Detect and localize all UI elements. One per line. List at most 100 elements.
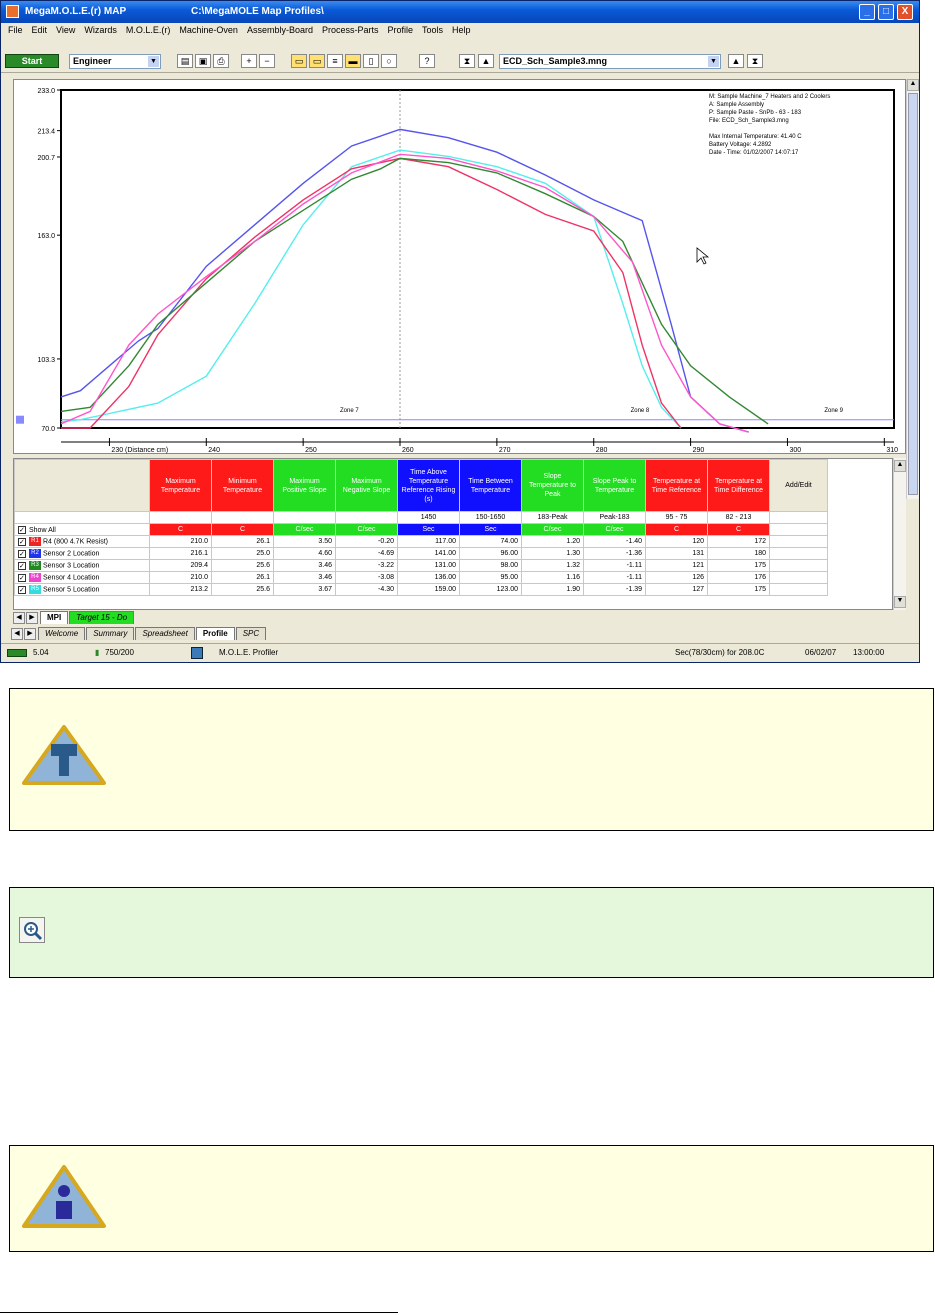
- sheet-tab[interactable]: Target 15 - Do: [69, 611, 135, 624]
- ruler-icon[interactable]: ▬: [345, 54, 361, 68]
- unit-cell: C/sec: [273, 523, 336, 536]
- value-cell: 126: [645, 571, 708, 584]
- show-all-checkbox[interactable]: ✓ Show All: [14, 523, 150, 536]
- profile-chart[interactable]: 233.0 213.4 200.7 163.0 103.3 70.0 230 (Distan…: [13, 79, 906, 454]
- reference-cell[interactable]: 183-Peak: [521, 511, 584, 524]
- menu-item-7[interactable]: Process-Parts: [322, 25, 379, 39]
- menu-item-3[interactable]: Wizards: [84, 25, 117, 39]
- arrow-up-icon[interactable]: ▲: [728, 54, 744, 68]
- scroll-up-icon[interactable]: ▲: [894, 460, 906, 472]
- hourglass-icon[interactable]: ⧗: [459, 54, 475, 68]
- minimize-button[interactable]: _: [859, 4, 875, 20]
- checkbox-icon[interactable]: ✓: [18, 585, 26, 594]
- x-tick-label: 260: [402, 447, 414, 454]
- tab-next-icon[interactable]: ▶: [24, 628, 36, 640]
- status-time: 13:00:00: [853, 648, 885, 657]
- reference-cell[interactable]: [149, 511, 212, 524]
- sensor-name-cell[interactable]: ✓ R2 Sensor 2 Location: [14, 547, 150, 560]
- checkbox-icon[interactable]: ✓: [18, 525, 26, 534]
- scroll-up-icon[interactable]: ▲: [907, 79, 919, 91]
- sheet-tab[interactable]: MPI: [40, 611, 69, 624]
- table-row[interactable]: ✓ R1 R4 (800 4.7K Resist) 210.0 26.1 3.50 -0.2…: [14, 535, 828, 548]
- table-row[interactable]: ✓ R4 Sensor 4 Location 210.0 26.1 3.46 -3.08 13…: [14, 571, 828, 584]
- menu-item-8[interactable]: Profile: [387, 25, 413, 39]
- menu-item-1[interactable]: Edit: [32, 25, 48, 39]
- print-icon[interactable]: ⎙: [213, 54, 229, 68]
- value-cell: -0.20: [335, 535, 398, 548]
- folder-icon[interactable]: ▭: [291, 54, 307, 68]
- magnifier-icon[interactable]: ○: [381, 54, 397, 68]
- zoom-out-icon[interactable]: −: [259, 54, 275, 68]
- menu-item-4[interactable]: M.O.L.E.(r): [126, 25, 171, 39]
- sensor-name-cell[interactable]: ✓ R1 R4 (800 4.7K Resist): [14, 535, 150, 548]
- tab-next-icon[interactable]: ▶: [26, 612, 38, 624]
- zoom-in-icon[interactable]: +: [241, 54, 257, 68]
- reference-cell[interactable]: [14, 511, 150, 524]
- save-icon[interactable]: ▣: [195, 54, 211, 68]
- tab-welcome[interactable]: Welcome: [38, 627, 86, 640]
- menu-item-9[interactable]: Tools: [422, 25, 443, 39]
- x-tick-label: 240: [208, 447, 220, 454]
- checkbox-icon[interactable]: ✓: [18, 561, 26, 570]
- page-icon[interactable]: ▯: [363, 54, 379, 68]
- reference-cell[interactable]: 82 - 213: [707, 511, 770, 524]
- scroll-thumb[interactable]: [908, 93, 918, 495]
- tab-first-icon[interactable]: ◀: [11, 628, 23, 640]
- scroll-down-icon[interactable]: ▼: [894, 596, 906, 608]
- table-row[interactable]: ✓ R5 Sensor 5 Location 213.2 25.6 3.67 -4.30 15…: [14, 583, 828, 596]
- folder-open-icon[interactable]: ▭: [309, 54, 325, 68]
- menu-item-2[interactable]: View: [56, 25, 75, 39]
- grid-vertical-scrollbar[interactable]: ▲ ▼: [893, 458, 906, 610]
- menu-item-5[interactable]: Machine-Oven: [179, 25, 238, 39]
- value-cell: 175: [707, 559, 770, 572]
- menu-item-10[interactable]: Help: [452, 25, 471, 39]
- y-tick-label: 103.3: [37, 357, 55, 364]
- hourglass-icon[interactable]: ⧗: [747, 54, 763, 68]
- reference-cell[interactable]: [769, 511, 828, 524]
- checkbox-icon[interactable]: ✓: [18, 549, 26, 558]
- tab-profile[interactable]: Profile: [195, 627, 235, 640]
- reference-cell[interactable]: [273, 511, 336, 524]
- arrow-up-icon[interactable]: ▲: [478, 54, 494, 68]
- sensor-name-cell[interactable]: ✓ R3 Sensor 3 Location: [14, 559, 150, 572]
- info-icon: [22, 1165, 106, 1228]
- tab-spc[interactable]: SPC: [235, 627, 267, 640]
- user-level-select[interactable]: Engineer ▼: [69, 54, 161, 69]
- file-select[interactable]: ECD_Sch_Sample3.mng ▼: [499, 54, 721, 69]
- menu-item-0[interactable]: File: [8, 25, 23, 39]
- open-icon[interactable]: ▤: [177, 54, 193, 68]
- unit-cell: C: [707, 523, 770, 536]
- reference-cell[interactable]: [335, 511, 398, 524]
- close-button[interactable]: X: [897, 4, 913, 20]
- start-button[interactable]: Start: [5, 54, 59, 68]
- chart-info-line: File: ECD_Sch_Sample3.mng: [709, 118, 789, 124]
- menu-bar: File Edit View Wizards M.O.L.E.(r) Machine-Ov…: [1, 23, 919, 39]
- help-icon[interactable]: ?: [419, 54, 435, 68]
- application-window: MegaM.O.L.E.(r) MAP C:\MegaMOLE Map Prof…: [0, 0, 920, 663]
- checkbox-icon[interactable]: ✓: [18, 573, 26, 582]
- tab-first-icon[interactable]: ◀: [13, 612, 25, 624]
- chevron-down-icon: ▼: [148, 56, 159, 67]
- tab-spreadsheet[interactable]: Spreadsheet: [135, 627, 195, 640]
- sensor-name-cell[interactable]: ✓ R5 Sensor 5 Location: [14, 583, 150, 596]
- column-header: [14, 459, 150, 512]
- value-cell: 1.20: [521, 535, 584, 548]
- sensor-name-cell[interactable]: ✓ R4 Sensor 4 Location: [14, 571, 150, 584]
- reference-cell[interactable]: Peak-183: [583, 511, 646, 524]
- table-row[interactable]: ✓ R2 Sensor 2 Location 216.1 25.0 4.60 -4.69 14…: [14, 547, 828, 560]
- column-header: Time Between Temperature: [459, 459, 522, 512]
- table-row[interactable]: ✓ R3 Sensor 3 Location 209.4 25.6 3.46 -3.22 13…: [14, 559, 828, 572]
- unit-cell: C/sec: [583, 523, 646, 536]
- checkbox-icon[interactable]: ✓: [18, 537, 26, 546]
- chart-vertical-scrollbar[interactable]: ▲: [906, 79, 919, 499]
- reference-cell[interactable]: 1450: [397, 511, 460, 524]
- reference-cell[interactable]: 150-1650: [459, 511, 522, 524]
- menu-item-6[interactable]: Assembly-Board: [247, 25, 313, 39]
- value-cell: 1.16: [521, 571, 584, 584]
- reference-cell[interactable]: 95 - 75: [645, 511, 708, 524]
- column-header[interactable]: Add/Edit: [769, 459, 828, 512]
- tab-summary[interactable]: Summary: [86, 627, 135, 640]
- list-icon[interactable]: ≡: [327, 54, 343, 68]
- maximize-button[interactable]: □: [878, 4, 894, 20]
- reference-cell[interactable]: [211, 511, 274, 524]
